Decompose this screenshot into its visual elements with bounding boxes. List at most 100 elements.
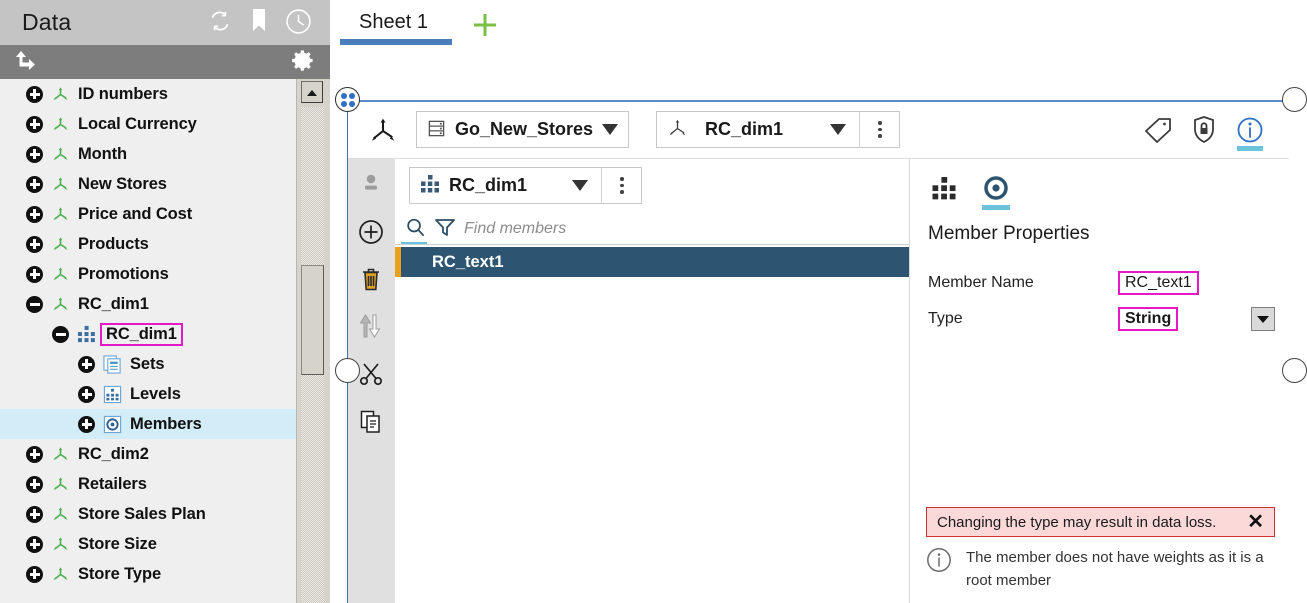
- search-icon[interactable]: [405, 217, 426, 241]
- tab-hierarchy-icon[interactable]: [928, 173, 960, 203]
- source-pill[interactable]: Go_New_Stores: [416, 111, 630, 148]
- expand-icon[interactable]: [78, 415, 95, 433]
- find-members-input[interactable]: Find members: [464, 220, 566, 238]
- member-hierarchy-pill[interactable]: RC_dim1: [409, 167, 643, 204]
- chevron-down-icon[interactable]: [602, 124, 619, 135]
- tree-item-products[interactable]: Products: [0, 229, 296, 259]
- tree-item-price-and-cost[interactable]: Price and Cost: [0, 199, 296, 229]
- expand-icon[interactable]: [26, 115, 43, 133]
- tree-item-rc-dim2[interactable]: RC_dim2: [0, 439, 296, 469]
- type-dropdown-button[interactable]: [1251, 307, 1275, 331]
- close-icon[interactable]: ✕: [1247, 512, 1264, 532]
- member-label: RC_text1: [432, 252, 504, 271]
- copy-icon[interactable]: [356, 407, 386, 437]
- expand-icon[interactable]: [26, 85, 43, 103]
- sets-icon: [103, 354, 122, 374]
- tree-item-label: Month: [78, 144, 127, 163]
- collapse-icon[interactable]: [26, 295, 43, 313]
- sidebar-header: Data: [0, 0, 330, 45]
- chevron-down-icon[interactable]: [572, 180, 589, 191]
- tab-sheet-1[interactable]: Sheet 1: [335, 0, 452, 45]
- up-level-icon[interactable]: [14, 48, 40, 77]
- tree-item-label: Levels: [130, 384, 181, 403]
- tree-item-rc-dim1[interactable]: RC_dim1: [0, 319, 296, 349]
- dimension-icon: [51, 175, 70, 194]
- expand-icon[interactable]: [26, 235, 43, 253]
- resize-handle-left[interactable]: [335, 358, 360, 383]
- dimension-tree[interactable]: ID numbers Local Currency Month New Stores P…: [0, 79, 330, 603]
- tree-item-label: Sets: [130, 354, 165, 373]
- person-icon[interactable]: [356, 169, 386, 199]
- info-icon[interactable]: [1235, 114, 1265, 151]
- filter-icon[interactable]: [434, 217, 456, 240]
- tree-item-store-sales-plan[interactable]: Store Sales Plan: [0, 499, 296, 529]
- tag-icon[interactable]: [1143, 114, 1173, 146]
- dimension-pill[interactable]: RC_dim1: [656, 111, 901, 148]
- expand-icon[interactable]: [26, 265, 43, 283]
- collapse-icon[interactable]: [52, 325, 69, 343]
- info-text: The member does not have weights as it i…: [966, 549, 1264, 589]
- member-name-value[interactable]: RC_text1: [1118, 271, 1199, 295]
- tree-item-label: RC_dim1: [100, 322, 183, 346]
- tree-item-label: Local Currency: [78, 114, 197, 133]
- field-member-name: Member Name RC_text1: [928, 271, 1275, 295]
- tree-item-promotions[interactable]: Promotions: [0, 259, 296, 289]
- expand-icon[interactable]: [78, 385, 95, 403]
- divider: [601, 168, 603, 203]
- move-updown-icon[interactable]: [356, 311, 386, 341]
- tree-item-month[interactable]: Month: [0, 139, 296, 169]
- resize-handle-right[interactable]: [1282, 358, 1307, 383]
- table-icon: [427, 119, 446, 141]
- dimension-icon: [51, 235, 70, 254]
- tree-item-new-stores[interactable]: New Stores: [0, 169, 296, 199]
- bookmark-icon[interactable]: [251, 8, 267, 37]
- resize-handle-top-right[interactable]: [1282, 87, 1307, 112]
- tree-item-levels[interactable]: Levels: [0, 379, 296, 409]
- add-circle-icon[interactable]: [356, 217, 386, 247]
- find-members-row[interactable]: Find members: [395, 213, 909, 245]
- clock-icon[interactable]: [285, 8, 312, 38]
- tree-item-rc-dim1[interactable]: RC_dim1: [0, 289, 296, 319]
- refresh-icon[interactable]: [207, 8, 233, 37]
- tree-item-label: Store Sales Plan: [78, 504, 206, 523]
- expand-icon[interactable]: [26, 205, 43, 223]
- canvas-grip-handle[interactable]: [335, 87, 360, 112]
- expand-icon[interactable]: [26, 445, 43, 463]
- gear-icon[interactable]: [289, 47, 316, 77]
- expand-icon[interactable]: [26, 565, 43, 583]
- tree-item-store-type[interactable]: Store Type: [0, 559, 296, 589]
- expand-icon[interactable]: [26, 145, 43, 163]
- expand-icon[interactable]: [26, 175, 43, 193]
- members-icon: [103, 415, 122, 434]
- delete-icon[interactable]: [356, 264, 386, 294]
- expand-icon[interactable]: [26, 535, 43, 553]
- info-message: The member does not have weights as it i…: [926, 547, 1269, 592]
- tree-item-store-size[interactable]: Store Size: [0, 529, 296, 559]
- expand-icon[interactable]: [78, 355, 95, 373]
- field-label: Type: [928, 310, 963, 327]
- cut-icon[interactable]: [356, 359, 386, 389]
- expand-icon[interactable]: [26, 475, 43, 493]
- tree-item-retailers[interactable]: Retailers: [0, 469, 296, 499]
- tree-item-label: Members: [130, 414, 202, 433]
- type-value[interactable]: String: [1118, 307, 1179, 331]
- sheet-tabbar: Sheet 1: [330, 0, 1307, 45]
- member-list-item[interactable]: RC_text1: [395, 247, 909, 277]
- chevron-down-icon[interactable]: [830, 124, 847, 135]
- tab-label: Sheet 1: [359, 11, 428, 33]
- tree-item-sets[interactable]: Sets: [0, 349, 296, 379]
- dimension-icon: [51, 265, 70, 284]
- sidebar-scrollbar[interactable]: [296, 79, 330, 603]
- add-sheet-button[interactable]: [468, 8, 508, 42]
- tree-item-members[interactable]: Members: [0, 409, 296, 439]
- expand-icon[interactable]: [26, 505, 43, 523]
- scroll-up-button[interactable]: [301, 81, 323, 103]
- tab-member-icon[interactable]: [980, 173, 1012, 210]
- lock-shield-icon[interactable]: [1189, 114, 1219, 146]
- more-options-icon[interactable]: [613, 177, 631, 194]
- more-options-icon[interactable]: [871, 121, 889, 138]
- tree-item-label: Store Type: [78, 564, 162, 583]
- scrollbar-thumb[interactable]: [301, 265, 324, 375]
- tree-item-id-numbers[interactable]: ID numbers: [0, 79, 296, 109]
- tree-item-local-currency[interactable]: Local Currency: [0, 109, 296, 139]
